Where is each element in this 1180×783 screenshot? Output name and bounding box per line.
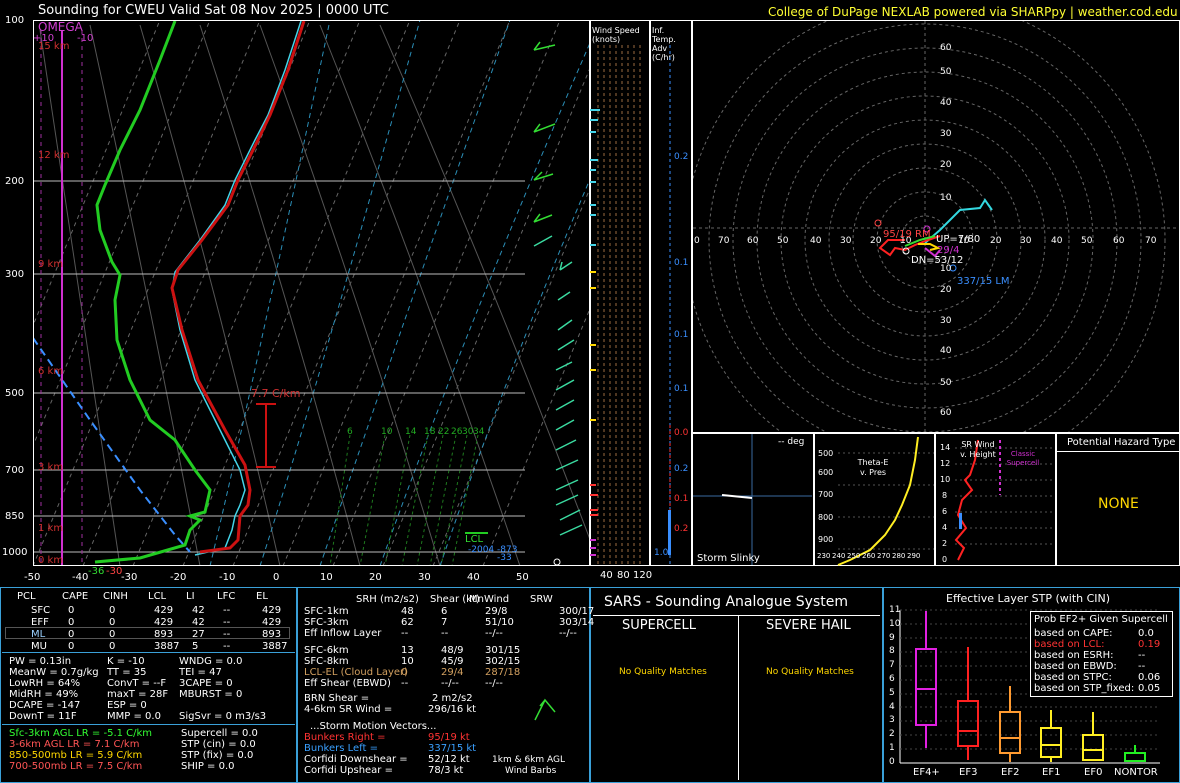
stp-y-tick: 3 [889,715,895,726]
stp-y-tick: 6 [889,674,895,684]
stp-x-tick: EF3 [959,767,978,778]
stp-y-tick: 7 [889,660,895,671]
stp-prob-label: based on CAPE: [1034,628,1113,639]
stp-x-tick: EF0 [1084,767,1103,778]
stp-prob-label: based on ESRH: [1034,650,1114,661]
stp-x-tick: EF4+ [913,767,940,778]
stp-y-tick: 9 [889,632,895,643]
stp-prob-label: based on STPC: [1034,672,1112,683]
stp-y-tick: 2 [889,729,895,740]
stp-prob-value: -- [1138,661,1146,672]
stp-y-tick: 1 [889,743,895,753]
stp-prob-title: Prob EF2+ Given Supercell [1034,614,1168,625]
stp-x-tick: EF2 [1001,767,1020,778]
stp-prob-label: based on STP_fixed: [1034,683,1135,694]
stp-y-tick: 8 [889,646,895,657]
stp-prob-value: 0.0 [1138,628,1154,639]
stp-y-tick: 11 [889,605,901,615]
stp-y-tick: 4 [889,701,895,712]
stp-prob-value: 0.06 [1138,672,1161,683]
stp-y-tick: 10 [889,618,901,629]
stp-y-tick: 0 [889,756,895,767]
stp-x-tick: NONTOR [1114,767,1158,778]
stp-prob-value: 0.19 [1138,639,1161,650]
stp-x-tick: EF1 [1042,767,1061,778]
stp-box-plot [899,609,1160,764]
stp-prob-value: -- [1138,650,1146,661]
stp-y-tick: 5 [889,687,895,698]
stp-prob-value: 0.05 [1138,683,1161,694]
stp-prob-label: based on LCL: [1034,639,1105,650]
stp-prob-label: based on EBWD: [1034,661,1117,672]
